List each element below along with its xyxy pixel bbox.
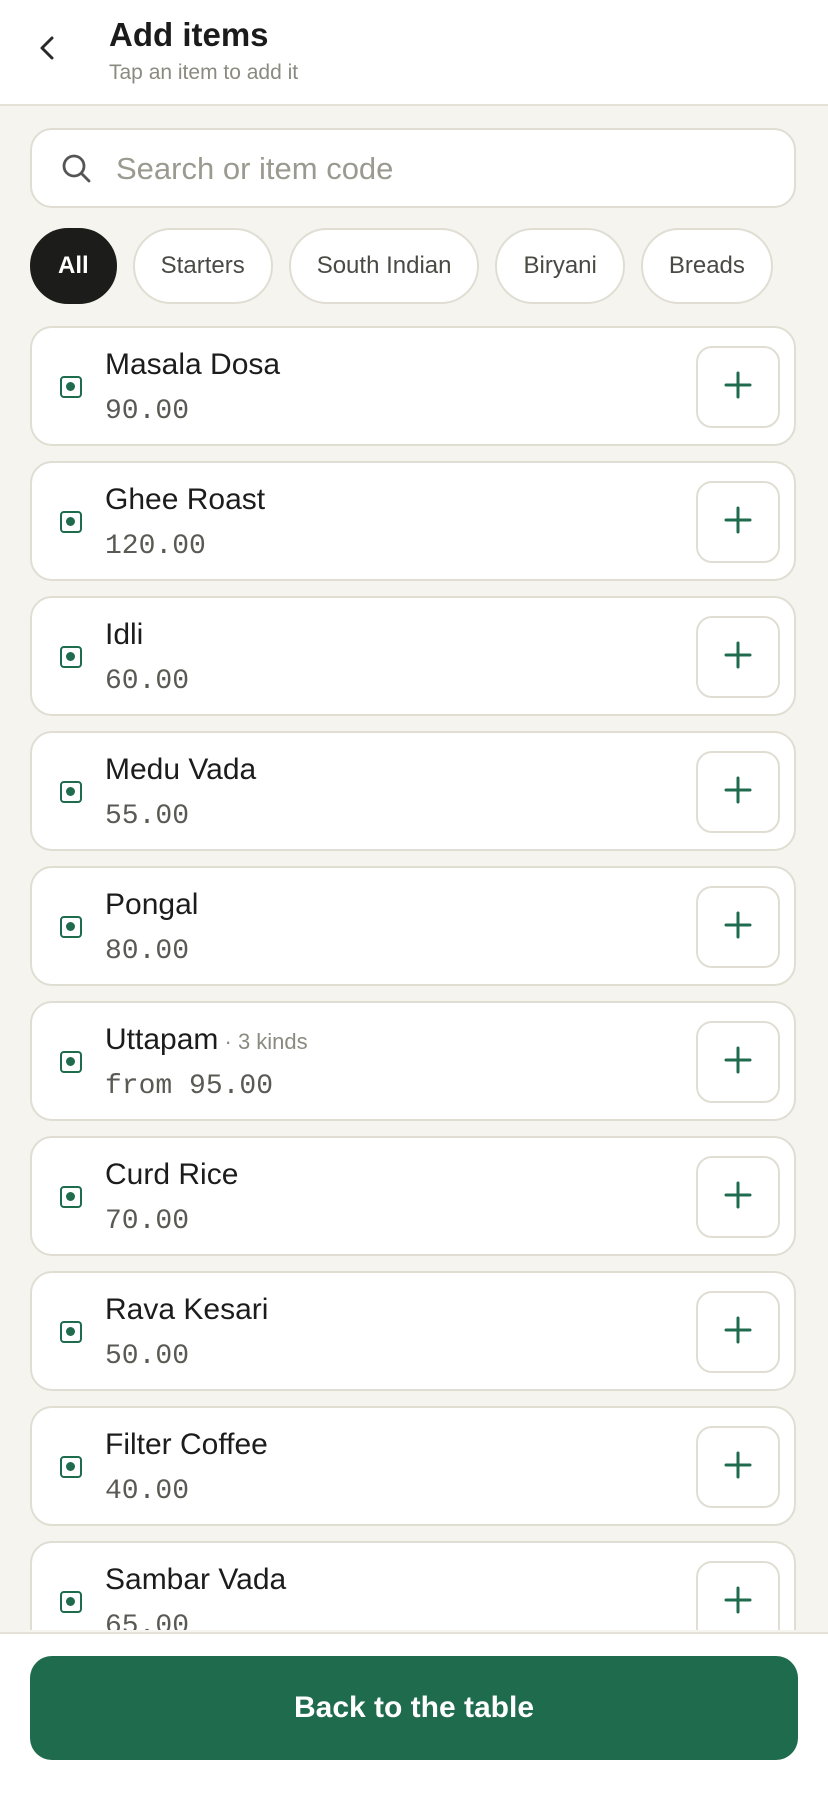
veg-indicator-icon [60, 1321, 82, 1343]
item-name-text: Pongal [105, 888, 199, 921]
item-name-text: Filter Coffee [105, 1428, 268, 1461]
item-name: Ghee Roast [105, 483, 265, 517]
add-item-button[interactable] [696, 1291, 780, 1373]
item-price: 60.00 [105, 666, 190, 697]
item-name-text: Uttapam [105, 1023, 219, 1056]
category-chip-starters[interactable]: Starters [132, 228, 273, 304]
plus-icon [723, 1180, 753, 1215]
list-item[interactable]: Uttapam · 3 kinds from 95.00 [30, 1001, 796, 1121]
item-name-text: Curd Rice [105, 1158, 239, 1191]
list-item[interactable]: Ghee Roast 120.00 [30, 461, 796, 581]
item-name-text: Rava Kesari [105, 1293, 269, 1326]
veg-indicator-icon [60, 376, 82, 398]
plus-icon [723, 775, 753, 810]
plus-icon [723, 640, 753, 675]
item-price: 120.00 [105, 531, 206, 562]
veg-indicator-icon [60, 646, 82, 668]
item-name: Masala Dosa [105, 348, 280, 382]
item-name: Uttapam · 3 kinds [105, 1023, 308, 1057]
veg-indicator-icon [60, 1186, 82, 1208]
item-name-text: Idli [105, 618, 144, 651]
search-icon [60, 152, 94, 191]
add-item-button[interactable] [696, 1021, 780, 1103]
list-item[interactable]: Filter Coffee 40.00 [30, 1406, 796, 1526]
footer-bar: Back to the table [0, 1632, 828, 1794]
item-price: 65.00 [105, 1611, 190, 1630]
veg-indicator-icon [60, 916, 82, 938]
add-item-button[interactable] [696, 1426, 780, 1508]
item-price: 70.00 [105, 1206, 190, 1237]
item-name: Curd Rice [105, 1158, 238, 1192]
veg-indicator-icon [60, 781, 82, 803]
app-header: Add items Tap an item to add it [0, 0, 828, 106]
plus-icon [723, 1315, 753, 1350]
menu-item-list: Masala Dosa 90.00 Ghee Roast 120.00 Idli 60.0… [30, 326, 796, 1630]
list-item[interactable]: Rava Kesari 50.00 [30, 1271, 796, 1391]
veg-indicator-icon [60, 1456, 82, 1478]
add-item-button[interactable] [696, 1156, 780, 1238]
add-item-button[interactable] [696, 886, 780, 968]
item-name-text: Ghee Roast [105, 483, 266, 516]
item-name-text: Masala Dosa [105, 348, 281, 381]
page-title: Add items [109, 16, 269, 53]
item-name-text: Medu Vada [105, 753, 257, 786]
item-price: 40.00 [105, 1476, 190, 1507]
add-item-button[interactable] [696, 751, 780, 833]
chevron-left-icon [33, 33, 63, 68]
list-item[interactable]: Idli 60.00 [30, 596, 796, 716]
add-item-button[interactable] [696, 616, 780, 698]
category-chip-all[interactable]: All [30, 228, 117, 304]
search-box [30, 128, 796, 208]
add-item-button[interactable] [696, 346, 780, 428]
item-price: 55.00 [105, 801, 190, 832]
category-filter-bar: All Starters South Indian Biryani Breads [30, 228, 828, 304]
category-chip-biryani[interactable]: Biryani [495, 228, 625, 304]
page-subtitle: Tap an item to add it [109, 61, 299, 84]
item-name: Idli [105, 618, 143, 652]
search-input[interactable] [114, 144, 758, 194]
plus-icon [723, 1585, 753, 1620]
item-name-text: Sambar Vada [105, 1563, 287, 1596]
add-item-button[interactable] [696, 481, 780, 563]
item-variants-count: · 3 kinds [218, 1029, 308, 1054]
item-name: Pongal [105, 888, 198, 922]
plus-icon [723, 1450, 753, 1485]
add-item-button[interactable] [696, 1561, 780, 1630]
item-price: 50.00 [105, 1341, 190, 1372]
plus-icon [723, 1045, 753, 1080]
category-chip-south-indian[interactable]: South Indian [288, 228, 480, 304]
list-item[interactable]: Curd Rice 70.00 [30, 1136, 796, 1256]
item-name: Rava Kesari [105, 1293, 268, 1327]
plus-icon [723, 370, 753, 405]
veg-indicator-icon [60, 511, 82, 533]
list-item[interactable]: Pongal 80.00 [30, 866, 796, 986]
list-item[interactable]: Masala Dosa 90.00 [30, 326, 796, 446]
back-to-table-button[interactable]: Back to the table [30, 1656, 798, 1760]
veg-indicator-icon [60, 1591, 82, 1613]
plus-icon [723, 910, 753, 945]
plus-icon [723, 505, 753, 540]
item-price: from 95.00 [105, 1071, 274, 1102]
item-name: Filter Coffee [105, 1428, 268, 1462]
item-price: 90.00 [105, 396, 190, 427]
veg-indicator-icon [60, 1051, 82, 1073]
list-item[interactable]: Sambar Vada 65.00 [30, 1541, 796, 1630]
category-chip-breads[interactable]: Breads [640, 228, 773, 304]
item-price: 80.00 [105, 936, 190, 967]
item-name: Medu Vada [105, 753, 256, 787]
item-name: Sambar Vada [105, 1563, 286, 1597]
back-button[interactable] [20, 22, 76, 78]
list-item[interactable]: Medu Vada 55.00 [30, 731, 796, 851]
